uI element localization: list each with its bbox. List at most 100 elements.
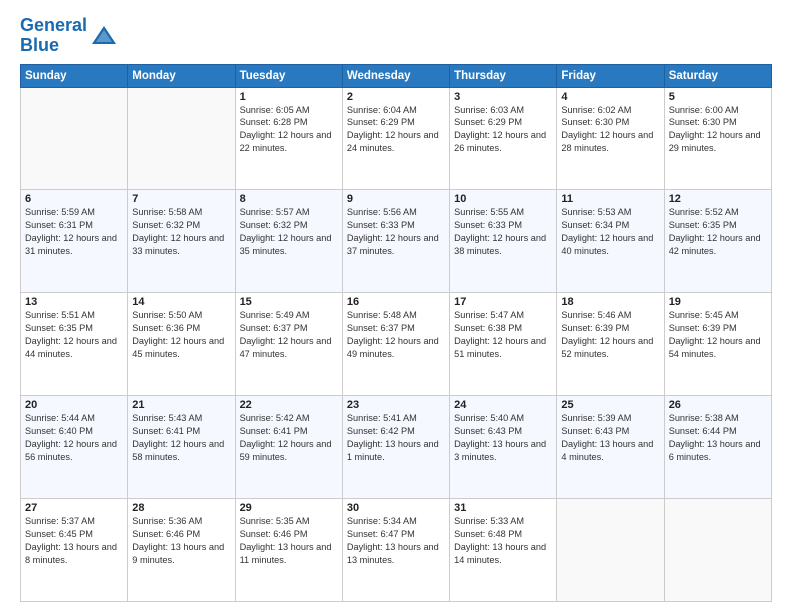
- calendar-week-row: 6Sunrise: 5:59 AMSunset: 6:31 PMDaylight…: [21, 190, 772, 293]
- day-number: 6: [25, 193, 123, 205]
- calendar-cell: 9Sunrise: 5:56 AMSunset: 6:33 PMDaylight…: [342, 190, 449, 293]
- weekday-header-tuesday: Tuesday: [235, 64, 342, 87]
- day-number: 13: [25, 296, 123, 308]
- day-number: 29: [240, 502, 338, 514]
- day-number: 5: [669, 91, 767, 103]
- day-number: 26: [669, 399, 767, 411]
- logo: General Blue: [20, 16, 118, 56]
- day-number: 27: [25, 502, 123, 514]
- calendar-week-row: 13Sunrise: 5:51 AMSunset: 6:35 PMDayligh…: [21, 293, 772, 396]
- day-detail: Sunrise: 5:47 AMSunset: 6:38 PMDaylight:…: [454, 309, 552, 361]
- day-number: 31: [454, 502, 552, 514]
- day-detail: Sunrise: 5:53 AMSunset: 6:34 PMDaylight:…: [561, 206, 659, 258]
- day-number: 25: [561, 399, 659, 411]
- logo-icon: [90, 22, 118, 50]
- day-number: 11: [561, 193, 659, 205]
- day-detail: Sunrise: 5:56 AMSunset: 6:33 PMDaylight:…: [347, 206, 445, 258]
- calendar-cell: 12Sunrise: 5:52 AMSunset: 6:35 PMDayligh…: [664, 190, 771, 293]
- weekday-header-friday: Friday: [557, 64, 664, 87]
- calendar-cell: 13Sunrise: 5:51 AMSunset: 6:35 PMDayligh…: [21, 293, 128, 396]
- day-number: 30: [347, 502, 445, 514]
- calendar-cell: 14Sunrise: 5:50 AMSunset: 6:36 PMDayligh…: [128, 293, 235, 396]
- day-number: 7: [132, 193, 230, 205]
- day-detail: Sunrise: 5:44 AMSunset: 6:40 PMDaylight:…: [25, 412, 123, 464]
- calendar-cell: 11Sunrise: 5:53 AMSunset: 6:34 PMDayligh…: [557, 190, 664, 293]
- calendar-week-row: 27Sunrise: 5:37 AMSunset: 6:45 PMDayligh…: [21, 499, 772, 602]
- day-number: 21: [132, 399, 230, 411]
- day-detail: Sunrise: 6:05 AMSunset: 6:28 PMDaylight:…: [240, 104, 338, 156]
- day-detail: Sunrise: 6:03 AMSunset: 6:29 PMDaylight:…: [454, 104, 552, 156]
- weekday-header-thursday: Thursday: [450, 64, 557, 87]
- day-detail: Sunrise: 5:49 AMSunset: 6:37 PMDaylight:…: [240, 309, 338, 361]
- calendar-week-row: 20Sunrise: 5:44 AMSunset: 6:40 PMDayligh…: [21, 396, 772, 499]
- calendar-cell: 15Sunrise: 5:49 AMSunset: 6:37 PMDayligh…: [235, 293, 342, 396]
- day-detail: Sunrise: 5:45 AMSunset: 6:39 PMDaylight:…: [669, 309, 767, 361]
- day-detail: Sunrise: 5:50 AMSunset: 6:36 PMDaylight:…: [132, 309, 230, 361]
- day-detail: Sunrise: 5:34 AMSunset: 6:47 PMDaylight:…: [347, 515, 445, 567]
- page: General Blue SundayMondayTuesdayWednesda…: [0, 0, 792, 612]
- day-number: 4: [561, 91, 659, 103]
- calendar-cell: [664, 499, 771, 602]
- day-number: 15: [240, 296, 338, 308]
- calendar-week-row: 1Sunrise: 6:05 AMSunset: 6:28 PMDaylight…: [21, 87, 772, 190]
- calendar-cell: 26Sunrise: 5:38 AMSunset: 6:44 PMDayligh…: [664, 396, 771, 499]
- calendar-cell: [557, 499, 664, 602]
- calendar-cell: 20Sunrise: 5:44 AMSunset: 6:40 PMDayligh…: [21, 396, 128, 499]
- logo-general: General: [20, 15, 87, 35]
- day-detail: Sunrise: 5:37 AMSunset: 6:45 PMDaylight:…: [25, 515, 123, 567]
- day-number: 9: [347, 193, 445, 205]
- weekday-header-row: SundayMondayTuesdayWednesdayThursdayFrid…: [21, 64, 772, 87]
- day-detail: Sunrise: 5:42 AMSunset: 6:41 PMDaylight:…: [240, 412, 338, 464]
- calendar-cell: 5Sunrise: 6:00 AMSunset: 6:30 PMDaylight…: [664, 87, 771, 190]
- calendar-cell: 22Sunrise: 5:42 AMSunset: 6:41 PMDayligh…: [235, 396, 342, 499]
- calendar-cell: 31Sunrise: 5:33 AMSunset: 6:48 PMDayligh…: [450, 499, 557, 602]
- calendar-cell: 3Sunrise: 6:03 AMSunset: 6:29 PMDaylight…: [450, 87, 557, 190]
- day-detail: Sunrise: 5:55 AMSunset: 6:33 PMDaylight:…: [454, 206, 552, 258]
- day-detail: Sunrise: 5:43 AMSunset: 6:41 PMDaylight:…: [132, 412, 230, 464]
- day-number: 14: [132, 296, 230, 308]
- day-detail: Sunrise: 5:48 AMSunset: 6:37 PMDaylight:…: [347, 309, 445, 361]
- calendar-cell: 25Sunrise: 5:39 AMSunset: 6:43 PMDayligh…: [557, 396, 664, 499]
- day-number: 28: [132, 502, 230, 514]
- calendar-cell: 4Sunrise: 6:02 AMSunset: 6:30 PMDaylight…: [557, 87, 664, 190]
- day-detail: Sunrise: 6:00 AMSunset: 6:30 PMDaylight:…: [669, 104, 767, 156]
- day-detail: Sunrise: 6:04 AMSunset: 6:29 PMDaylight:…: [347, 104, 445, 156]
- calendar-table: SundayMondayTuesdayWednesdayThursdayFrid…: [20, 64, 772, 602]
- day-detail: Sunrise: 5:58 AMSunset: 6:32 PMDaylight:…: [132, 206, 230, 258]
- day-detail: Sunrise: 5:39 AMSunset: 6:43 PMDaylight:…: [561, 412, 659, 464]
- calendar-cell: 2Sunrise: 6:04 AMSunset: 6:29 PMDaylight…: [342, 87, 449, 190]
- day-detail: Sunrise: 5:52 AMSunset: 6:35 PMDaylight:…: [669, 206, 767, 258]
- calendar-cell: 17Sunrise: 5:47 AMSunset: 6:38 PMDayligh…: [450, 293, 557, 396]
- weekday-header-sunday: Sunday: [21, 64, 128, 87]
- calendar-cell: 8Sunrise: 5:57 AMSunset: 6:32 PMDaylight…: [235, 190, 342, 293]
- calendar-cell: 28Sunrise: 5:36 AMSunset: 6:46 PMDayligh…: [128, 499, 235, 602]
- day-number: 20: [25, 399, 123, 411]
- weekday-header-monday: Monday: [128, 64, 235, 87]
- calendar-cell: 21Sunrise: 5:43 AMSunset: 6:41 PMDayligh…: [128, 396, 235, 499]
- day-detail: Sunrise: 5:40 AMSunset: 6:43 PMDaylight:…: [454, 412, 552, 464]
- calendar-cell: 6Sunrise: 5:59 AMSunset: 6:31 PMDaylight…: [21, 190, 128, 293]
- header: General Blue: [20, 16, 772, 56]
- day-detail: Sunrise: 5:46 AMSunset: 6:39 PMDaylight:…: [561, 309, 659, 361]
- calendar-cell: 1Sunrise: 6:05 AMSunset: 6:28 PMDaylight…: [235, 87, 342, 190]
- day-detail: Sunrise: 5:59 AMSunset: 6:31 PMDaylight:…: [25, 206, 123, 258]
- day-detail: Sunrise: 5:33 AMSunset: 6:48 PMDaylight:…: [454, 515, 552, 567]
- day-detail: Sunrise: 5:38 AMSunset: 6:44 PMDaylight:…: [669, 412, 767, 464]
- day-number: 17: [454, 296, 552, 308]
- day-number: 24: [454, 399, 552, 411]
- day-number: 1: [240, 91, 338, 103]
- day-number: 19: [669, 296, 767, 308]
- calendar-cell: 23Sunrise: 5:41 AMSunset: 6:42 PMDayligh…: [342, 396, 449, 499]
- day-detail: Sunrise: 5:41 AMSunset: 6:42 PMDaylight:…: [347, 412, 445, 464]
- calendar-cell: 16Sunrise: 5:48 AMSunset: 6:37 PMDayligh…: [342, 293, 449, 396]
- day-number: 3: [454, 91, 552, 103]
- calendar-cell: 18Sunrise: 5:46 AMSunset: 6:39 PMDayligh…: [557, 293, 664, 396]
- weekday-header-wednesday: Wednesday: [342, 64, 449, 87]
- day-number: 2: [347, 91, 445, 103]
- day-number: 12: [669, 193, 767, 205]
- calendar-cell: [21, 87, 128, 190]
- day-detail: Sunrise: 5:57 AMSunset: 6:32 PMDaylight:…: [240, 206, 338, 258]
- calendar-cell: 19Sunrise: 5:45 AMSunset: 6:39 PMDayligh…: [664, 293, 771, 396]
- calendar-cell: 24Sunrise: 5:40 AMSunset: 6:43 PMDayligh…: [450, 396, 557, 499]
- day-detail: Sunrise: 5:51 AMSunset: 6:35 PMDaylight:…: [25, 309, 123, 361]
